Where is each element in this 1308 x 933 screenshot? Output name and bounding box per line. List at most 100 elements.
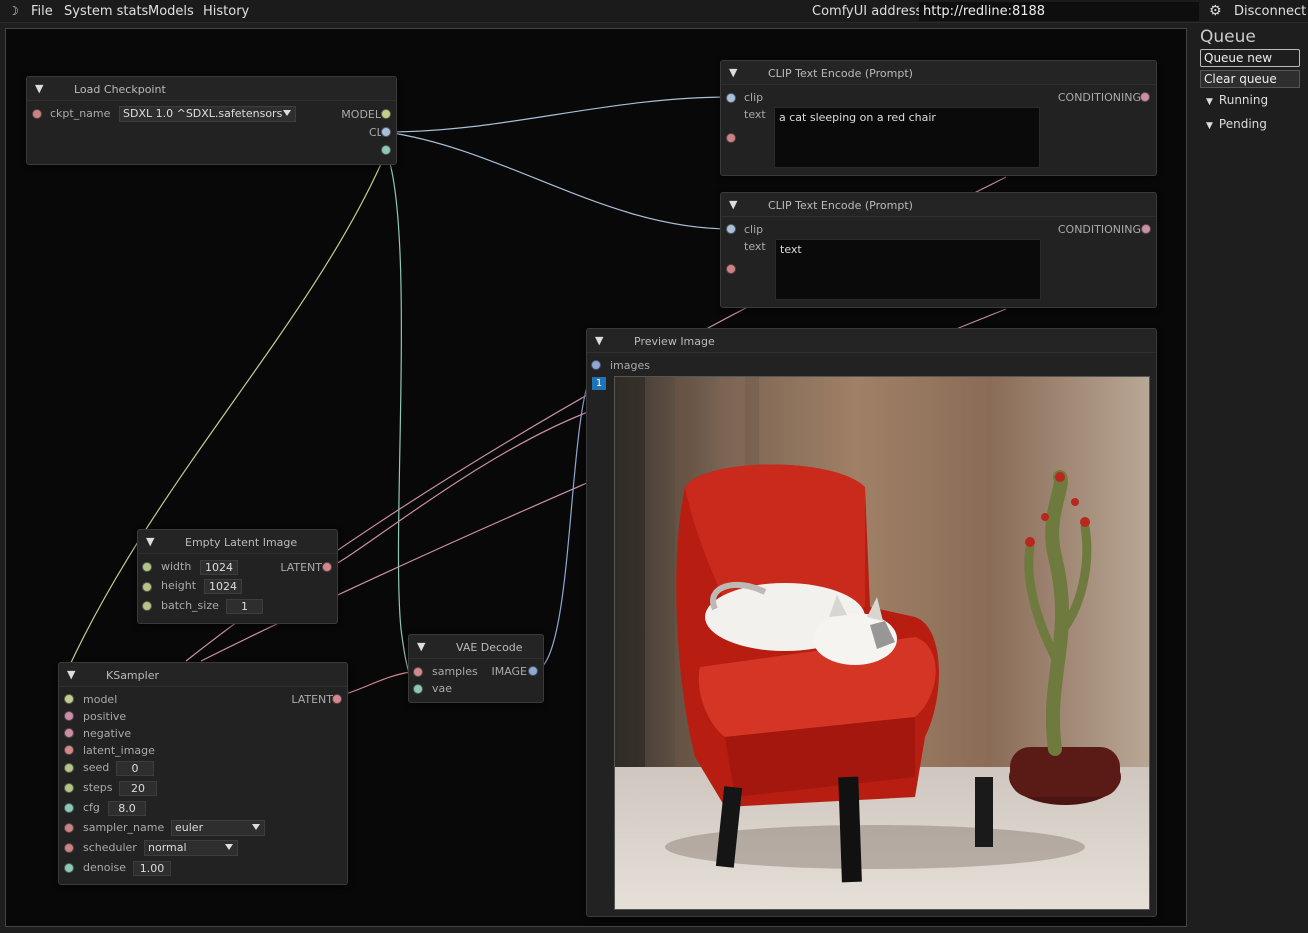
menu-file[interactable]: File <box>31 4 53 19</box>
node-title-bar[interactable]: ▼ Load Checkpoint <box>27 77 396 101</box>
node-title: Preview Image <box>634 335 715 348</box>
input-slot-batch-size[interactable] <box>142 601 152 611</box>
output-slot-latent[interactable] <box>322 562 332 572</box>
clear-queue-button[interactable]: Clear queue <box>1200 70 1300 88</box>
input-slot-vae[interactable] <box>413 684 423 694</box>
sampler-name-value: euler <box>175 821 204 834</box>
sampler-name-dropdown[interactable]: euler <box>171 820 265 836</box>
node-title: CLIP Text Encode (Prompt) <box>768 67 913 80</box>
output-slot-model[interactable] <box>381 109 391 119</box>
input-slot-scheduler[interactable] <box>64 843 74 853</box>
node-title: KSampler <box>106 669 159 682</box>
running-section[interactable]: ▼ Running <box>1206 93 1268 109</box>
node-empty-latent-image[interactable]: ▼ Empty Latent Image width 1024 height 1… <box>137 529 338 624</box>
queue-new-button[interactable]: Queue new <box>1200 49 1300 67</box>
chevron-down-icon <box>283 110 291 116</box>
input-slot-text[interactable] <box>726 264 736 274</box>
input-slot-negative[interactable] <box>64 728 74 738</box>
menu-models[interactable]: Models <box>148 4 194 19</box>
ckpt-name-dropdown[interactable]: SDXL 1.0 ^SDXL.safetensors <box>119 106 296 122</box>
input-slot-images[interactable] <box>591 360 601 370</box>
input-slot-cfg[interactable] <box>64 803 74 813</box>
output-slot-vae[interactable] <box>381 145 391 155</box>
node-title-bar[interactable]: ▼ VAE Decode <box>409 635 543 659</box>
gear-icon[interactable]: ⚙ <box>1209 4 1223 18</box>
input-vae-label: vae <box>432 682 453 695</box>
collapse-icon[interactable]: ▼ <box>595 334 603 347</box>
prompt-textarea[interactable]: text <box>775 239 1041 300</box>
output-slot-conditioning[interactable] <box>1140 92 1150 102</box>
input-slot-clip[interactable] <box>726 224 736 234</box>
cfg-label: cfg <box>83 801 100 814</box>
batch-size-field[interactable]: 1 <box>226 599 263 614</box>
input-slot-latent-image[interactable] <box>64 745 74 755</box>
input-slot-samples[interactable] <box>413 667 423 677</box>
node-title-bar[interactable]: ▼ Preview Image <box>587 329 1156 353</box>
collapse-icon[interactable]: ▼ <box>729 198 737 211</box>
collapse-icon[interactable]: ▼ <box>35 82 43 95</box>
collapse-icon[interactable]: ▼ <box>729 66 737 79</box>
wire-latent-samples <box>335 670 419 698</box>
wire-vae <box>385 149 419 689</box>
cfg-field[interactable]: 8.0 <box>108 801 146 816</box>
output-latent-label: LATENT <box>291 693 333 706</box>
input-slot-denoise[interactable] <box>64 863 74 873</box>
logo-icon: ☽ <box>8 4 19 18</box>
input-slot-height[interactable] <box>142 582 152 592</box>
input-slot-width[interactable] <box>142 562 152 572</box>
input-slot-steps[interactable] <box>64 783 74 793</box>
collapse-icon[interactable]: ▼ <box>417 640 425 653</box>
scheduler-dropdown[interactable]: normal <box>144 840 238 856</box>
input-slot-sampler-name[interactable] <box>64 823 74 833</box>
input-slot-text[interactable] <box>726 133 736 143</box>
steps-field[interactable]: 20 <box>119 781 157 796</box>
node-title-bar[interactable]: ▼ Empty Latent Image <box>138 530 337 554</box>
height-field[interactable]: 1024 <box>204 579 242 594</box>
menu-system-stats[interactable]: System stats <box>64 4 148 19</box>
node-clip-text-encode-positive[interactable]: ▼ CLIP Text Encode (Prompt) clip text a … <box>720 60 1157 176</box>
collapse-icon[interactable]: ▼ <box>146 535 154 548</box>
input-slot-clip[interactable] <box>726 93 736 103</box>
scheduler-label: scheduler <box>83 841 137 854</box>
pending-section[interactable]: ▼ Pending <box>1206 117 1267 133</box>
node-vae-decode[interactable]: ▼ VAE Decode samples vae IMAGE <box>408 634 544 703</box>
prompt-textarea[interactable]: a cat sleeping on a red chair <box>774 107 1040 168</box>
seed-label: seed <box>83 761 110 774</box>
node-clip-text-encode-negative[interactable]: ▼ CLIP Text Encode (Prompt) clip text te… <box>720 192 1157 308</box>
scheduler-value: normal <box>148 841 187 854</box>
disconnect-button[interactable]: Disconnect <box>1234 4 1306 19</box>
output-slot-image[interactable] <box>528 666 538 676</box>
address-input[interactable] <box>919 2 1199 21</box>
menu-history[interactable]: History <box>203 4 249 19</box>
input-slot-ckpt[interactable] <box>32 109 42 119</box>
output-slot-latent[interactable] <box>332 694 342 704</box>
image-index-badge[interactable]: 1 <box>592 377 606 390</box>
node-title-bar[interactable]: ▼ KSampler <box>59 663 347 687</box>
denoise-field[interactable]: 1.00 <box>133 861 171 876</box>
output-slot-conditioning[interactable] <box>1141 224 1151 234</box>
wire-latent-empty <box>331 408 597 567</box>
node-title-bar[interactable]: ▼ CLIP Text Encode (Prompt) <box>721 61 1156 85</box>
preview-image[interactable] <box>614 376 1150 910</box>
ckpt-name-value: SDXL 1.0 ^SDXL.safetensors <box>123 107 283 120</box>
collapse-icon[interactable]: ▼ <box>67 668 75 681</box>
input-slot-model[interactable] <box>64 694 74 704</box>
graph-canvas[interactable]: ▼ Load Checkpoint ckpt_name SDXL 1.0 ^SD… <box>5 28 1187 927</box>
seed-field[interactable]: 0 <box>116 761 154 776</box>
collapse-icon: ▼ <box>1206 121 1213 131</box>
queue-title: Queue <box>1200 27 1256 47</box>
input-positive-label: positive <box>83 710 127 723</box>
node-load-checkpoint[interactable]: ▼ Load Checkpoint ckpt_name SDXL 1.0 ^SD… <box>26 76 397 165</box>
steps-label: steps <box>83 781 113 794</box>
input-slot-seed[interactable] <box>64 763 74 773</box>
node-preview-image[interactable]: ▼ Preview Image images 1 <box>586 328 1157 917</box>
output-slot-clip[interactable] <box>381 127 391 137</box>
output-image-label: IMAGE <box>491 665 527 678</box>
preview-image-art <box>615 377 1149 909</box>
output-model-label: MODEL <box>341 108 381 121</box>
input-slot-positive[interactable] <box>64 711 74 721</box>
width-field[interactable]: 1024 <box>200 560 238 575</box>
node-ksampler[interactable]: ▼ KSampler model positive negative laten… <box>58 662 348 885</box>
node-title-bar[interactable]: ▼ CLIP Text Encode (Prompt) <box>721 193 1156 217</box>
input-images-label: images <box>610 359 650 372</box>
